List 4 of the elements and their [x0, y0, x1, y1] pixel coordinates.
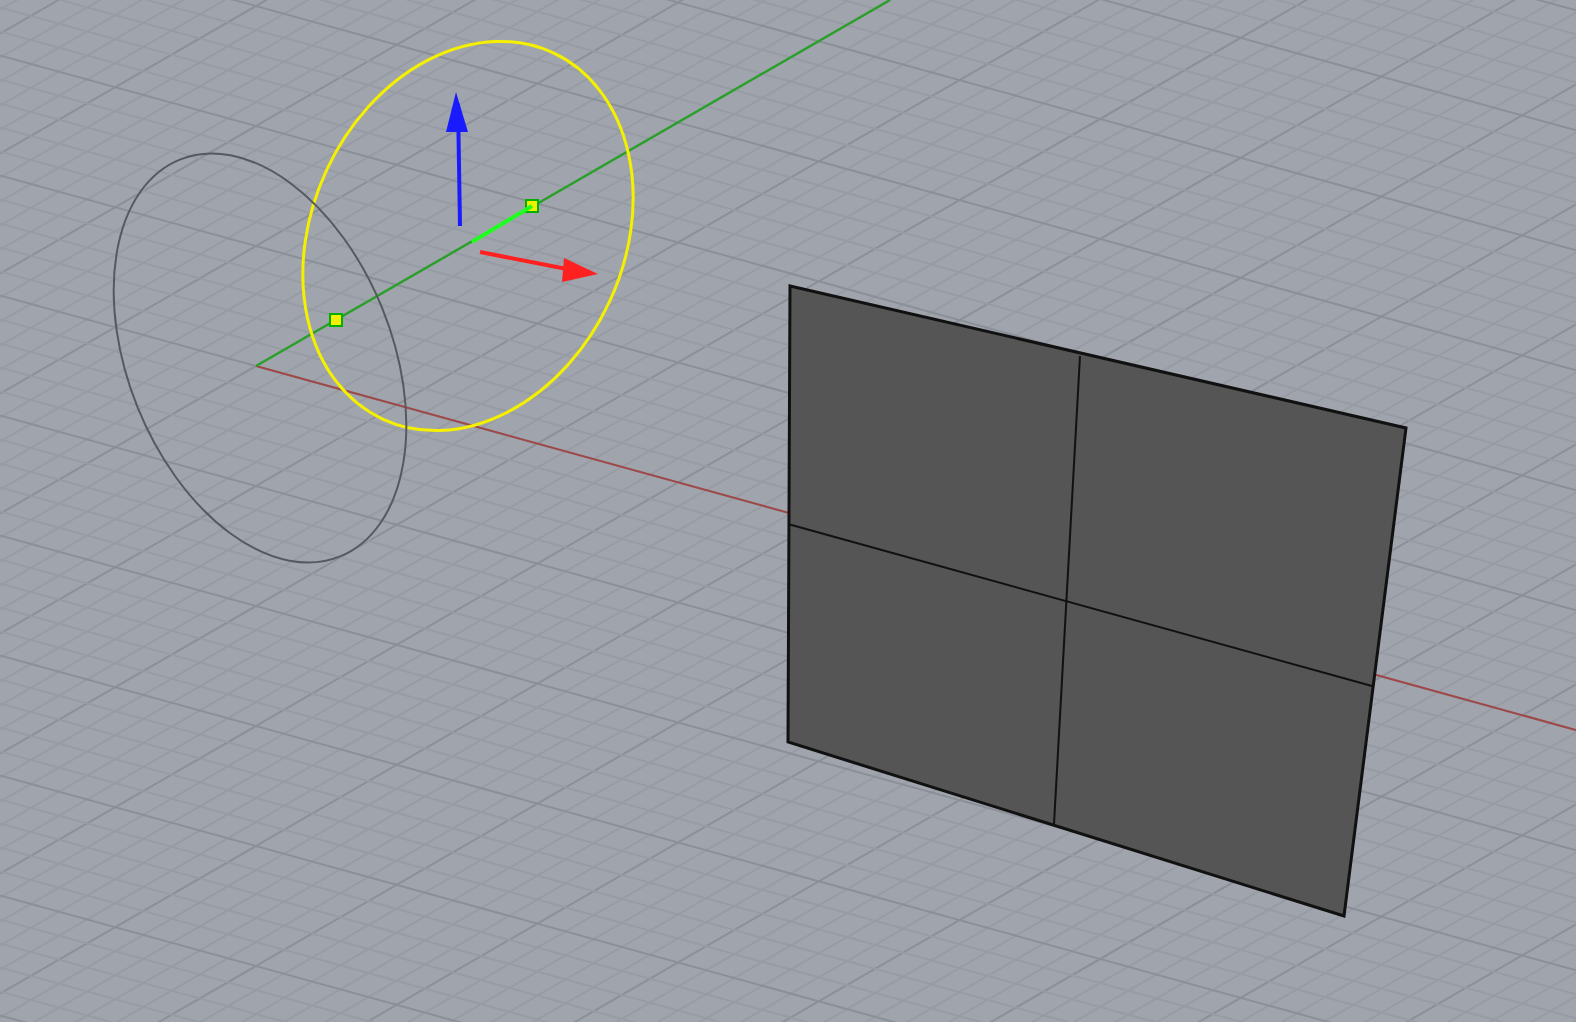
control-point[interactable]: [329, 313, 343, 327]
circle-curve[interactable]: [112, 152, 408, 564]
gizmo-drawing[interactable]: [446, 92, 598, 282]
surface-drawing[interactable]: [786, 284, 1408, 918]
